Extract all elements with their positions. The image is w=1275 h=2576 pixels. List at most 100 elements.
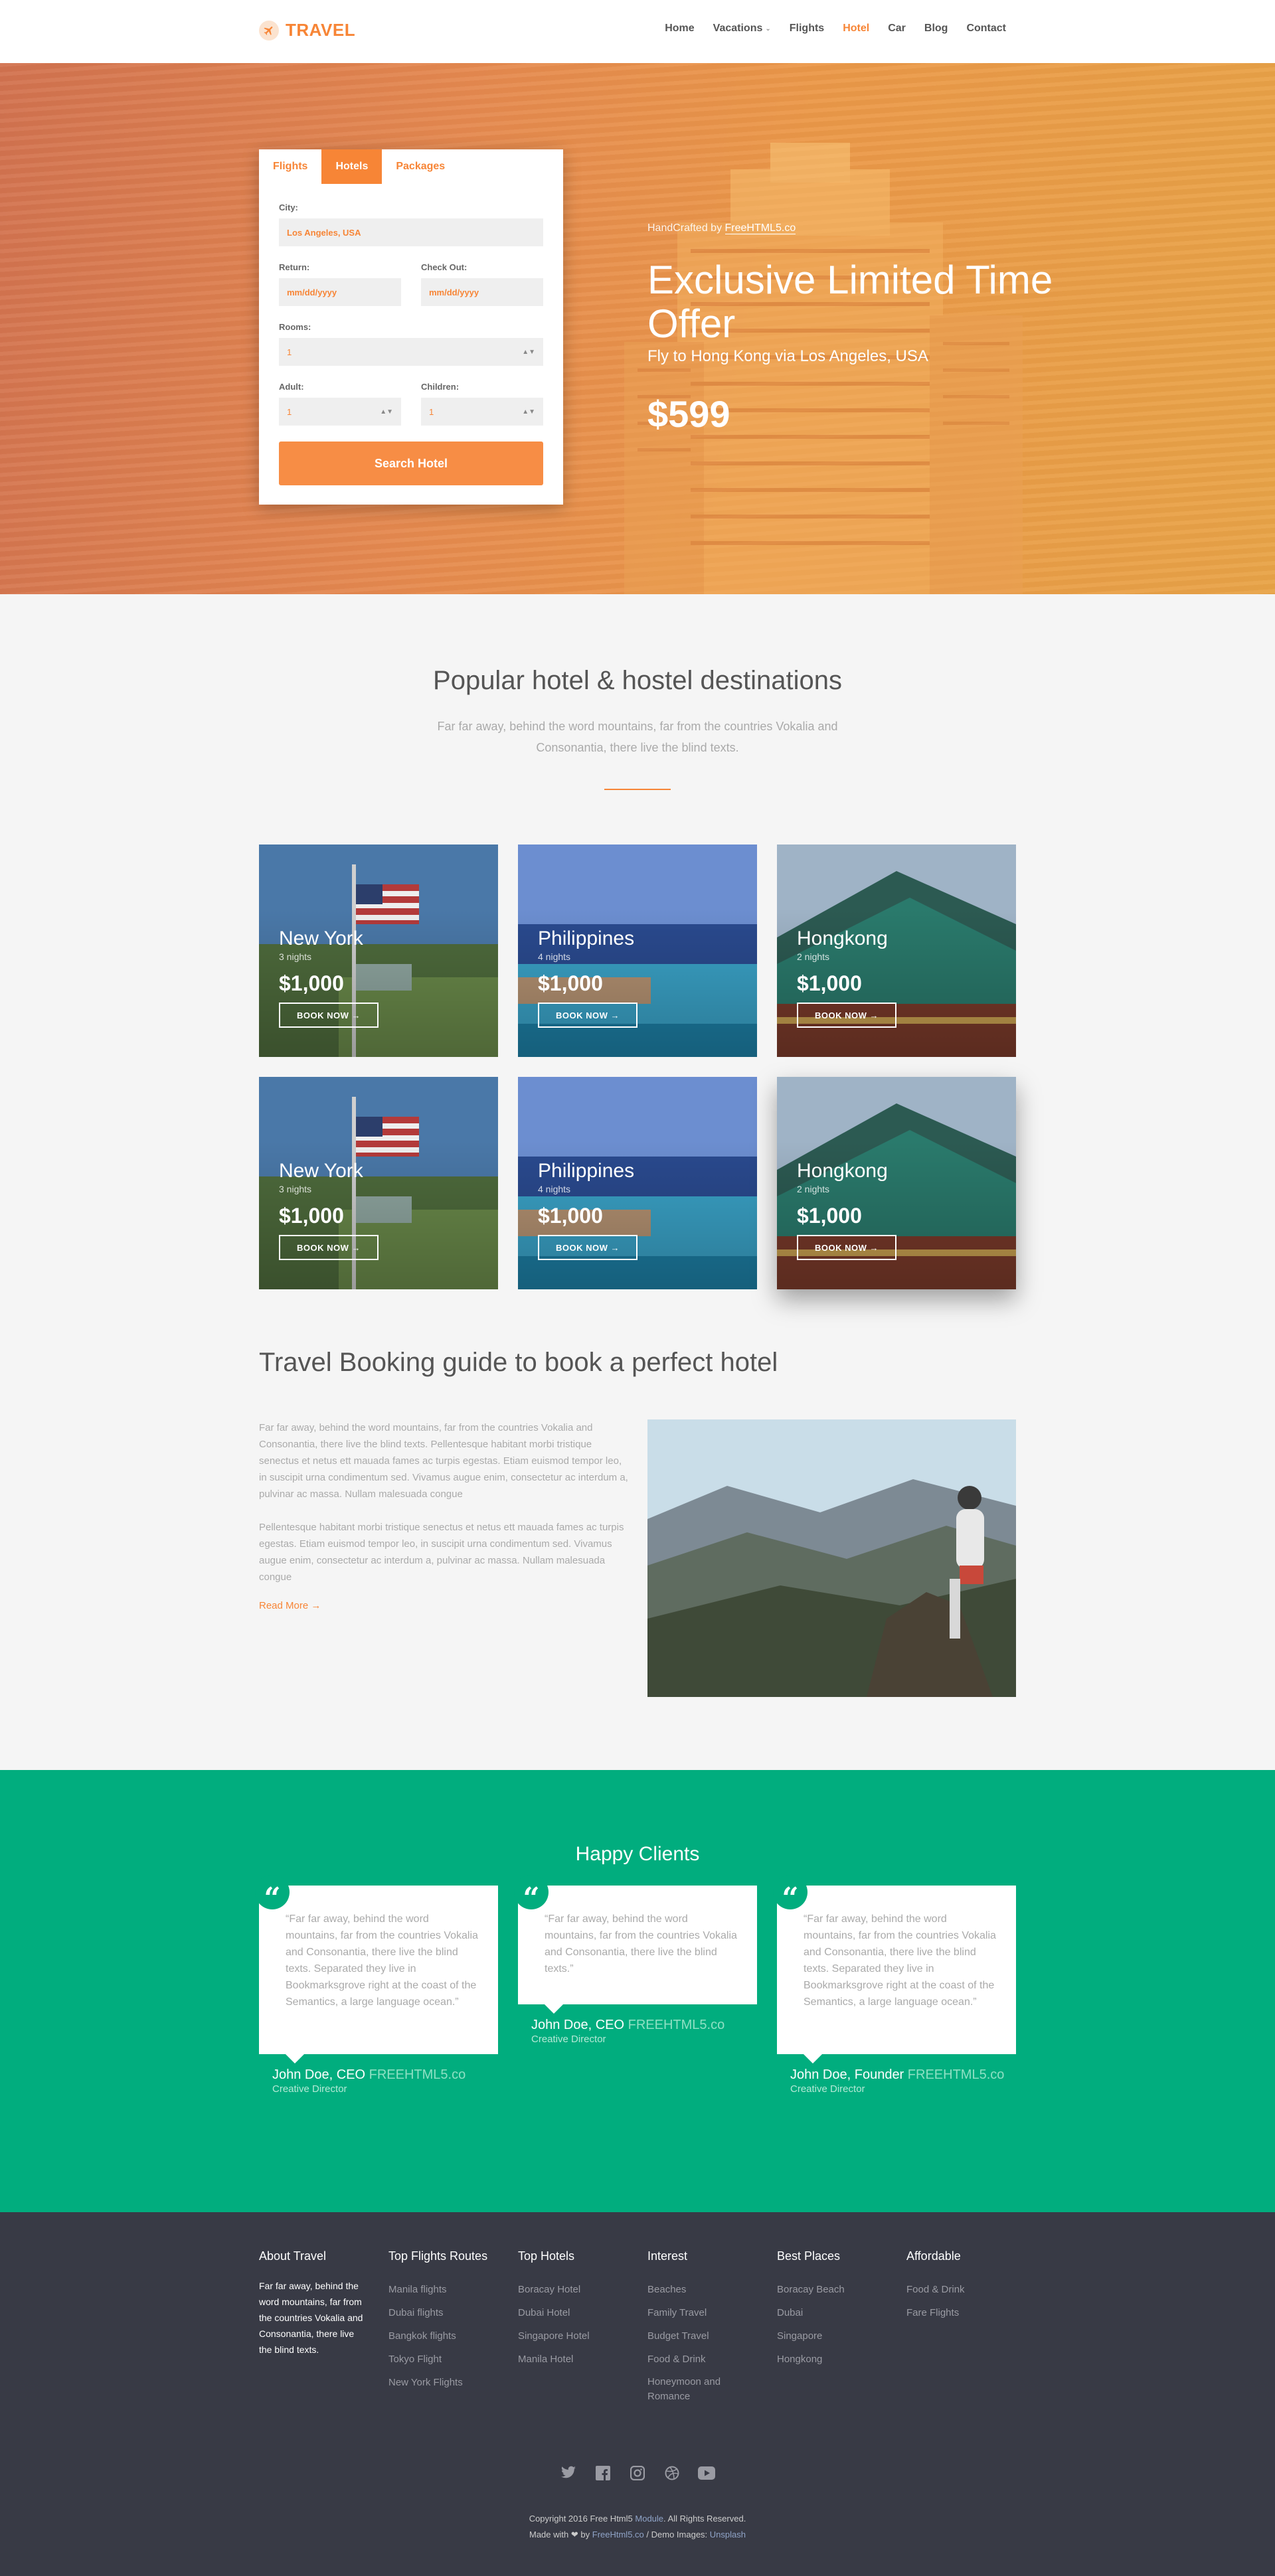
nav-blog[interactable]: Blog	[924, 23, 948, 35]
nav-car[interactable]: Car	[888, 23, 906, 35]
nav-flights[interactable]: Flights	[790, 23, 824, 35]
adult-select[interactable]: 1 ▲▼	[279, 398, 401, 426]
logo[interactable]: TRAVEL	[259, 20, 355, 40]
footer-link[interactable]: Tokyo Flight	[388, 2348, 508, 2371]
footer-link[interactable]: Boracay Beach	[777, 2278, 896, 2301]
footer-link[interactable]: Fare Flights	[906, 2301, 1026, 2324]
destination-card[interactable]: New York 3 nights $1,000 BOOK NOW →	[259, 1077, 498, 1289]
footer-link[interactable]: Singapore	[777, 2324, 896, 2348]
unsplash-link[interactable]: Unsplash	[710, 2530, 746, 2539]
footer-link[interactable]: Singapore Hotel	[518, 2324, 638, 2348]
footer-link[interactable]: Dubai Hotel	[518, 2301, 638, 2324]
card-info: Hongkong 2 nights $1,000 BOOK NOW →	[797, 1160, 896, 1260]
tab-packages[interactable]: Packages	[382, 149, 459, 184]
youtube-icon[interactable]	[698, 2464, 715, 2482]
testimonial-card: “ “Far far away, behind the word mountai…	[255, 1875, 498, 2063]
card-city: New York	[279, 927, 363, 949]
nav-label: Car	[888, 23, 906, 34]
nav-hotel[interactable]: Hotel	[843, 23, 869, 35]
hero-title: Exclusive Limited Time Offer	[647, 258, 1053, 346]
card-nights: 4 nights	[538, 951, 571, 962]
book-now-button[interactable]: BOOK NOW →	[538, 1235, 638, 1260]
adult-label: Adult:	[279, 382, 304, 392]
module-link[interactable]: Module	[635, 2514, 663, 2524]
logo-text: TRAVEL	[286, 20, 356, 40]
book-now-button[interactable]: BOOK NOW →	[797, 1235, 896, 1260]
nav-vacations[interactable]: Vacations ⌄	[713, 23, 771, 35]
book-now-label: BOOK NOW	[296, 1010, 349, 1020]
footer-link[interactable]: Manila flights	[388, 2278, 508, 2301]
heart-icon: ❤	[570, 2530, 578, 2539]
destination-card[interactable]: Philippines 4 nights $1,000 BOOK NOW →	[518, 845, 757, 1057]
return-date-input[interactable]: mm/dd/yyyy	[279, 278, 401, 306]
destination-card[interactable]: Philippines 4 nights $1,000 BOOK NOW →	[518, 1077, 757, 1289]
testimonial-author: John Doe, CEO FREEHTML5.co	[272, 2067, 466, 2083]
facebook-icon[interactable]	[594, 2464, 612, 2482]
guide-title: Travel Booking guide to book a perfect h…	[259, 1348, 778, 1377]
footer-link[interactable]: Family Travel	[647, 2301, 747, 2324]
footer-link[interactable]: Boracay Hotel	[518, 2278, 638, 2301]
children-select[interactable]: 1 ▲▼	[421, 398, 543, 426]
card-price: $1,000	[797, 971, 862, 995]
tab-hotels[interactable]: Hotels	[321, 149, 382, 184]
nav-label: Blog	[924, 23, 948, 34]
footer-link[interactable]: New York Flights	[388, 2371, 508, 2394]
author-brand[interactable]: FREEHTML5.co	[369, 2067, 466, 2082]
freehtml5-link[interactable]: FreeHTML5.co	[724, 222, 796, 234]
author-brand[interactable]: FREEHTML5.co	[628, 2018, 725, 2032]
footer-link[interactable]: Food & Drink	[906, 2278, 1026, 2301]
dribbble-icon[interactable]	[663, 2464, 681, 2482]
read-more-link[interactable]: Read More →	[259, 1600, 321, 1611]
footer-link[interactable]: Dubai	[777, 2301, 896, 2324]
testimonial-card: “ “Far far away, behind the word mountai…	[514, 1875, 757, 2014]
children-value: 1	[429, 406, 434, 417]
author-brand[interactable]: FREEHTML5.co	[908, 2067, 1005, 2082]
destination-card[interactable]: Hongkong 2 nights $1,000 BOOK NOW →	[777, 845, 1016, 1057]
book-now-button[interactable]: BOOK NOW →	[538, 1003, 638, 1028]
book-now-button[interactable]: BOOK NOW →	[279, 1235, 379, 1260]
footer-link[interactable]: Bangkok flights	[388, 2324, 508, 2348]
book-now-button[interactable]: BOOK NOW →	[279, 1003, 379, 1028]
city-input[interactable]: Los Angeles, USA	[279, 218, 543, 246]
footer-link[interactable]: Food & Drink	[647, 2348, 747, 2371]
copyright-prefix: Copyright 2016 Free Html5	[529, 2514, 633, 2524]
book-now-button[interactable]: BOOK NOW →	[797, 1003, 896, 1028]
tab-flights[interactable]: Flights	[259, 149, 321, 184]
search-tabs: Flights Hotels Packages	[259, 149, 459, 184]
card-city: Philippines	[538, 1160, 635, 1182]
hero-price: $599	[647, 393, 730, 435]
footer-link[interactable]: Manila Hotel	[518, 2348, 638, 2371]
destination-card[interactable]: Hongkong 2 nights $1,000 BOOK NOW →	[777, 1077, 1016, 1289]
copyright-suffix: . All Rights Reserved.	[663, 2514, 746, 2524]
checkout-date-input[interactable]: mm/dd/yyyy	[421, 278, 543, 306]
card-nights: 2 nights	[797, 1184, 830, 1194]
nav-contact[interactable]: Contact	[966, 23, 1006, 35]
testimonial-text: “Far far away, behind the word mountains…	[545, 1913, 737, 1974]
footer-link[interactable]: Budget Travel	[647, 2324, 747, 2348]
footer-col-affordable: Affordable Food & Drink Fare Flights	[906, 2249, 1026, 2324]
social-links	[0, 2464, 1275, 2482]
nav-home[interactable]: Home	[665, 23, 694, 35]
search-hotel-button[interactable]: Search Hotel	[279, 442, 543, 485]
twitter-icon[interactable]	[560, 2464, 577, 2482]
destination-card[interactable]: New York 3 nights $1,000 BOOK NOW →	[259, 845, 498, 1057]
made-with-line: Made with ❤ by FreeHtml5.co / Demo Image…	[0, 2527, 1275, 2543]
book-now-label: BOOK NOW	[814, 1010, 867, 1020]
quote-icon: “	[255, 1875, 290, 1913]
footer-link[interactable]: Beaches	[647, 2278, 747, 2301]
main-nav: Home Vacations ⌄ Flights Hotel Car Blog C…	[665, 23, 1006, 35]
footer-heading: About Travel	[259, 2249, 327, 2263]
footer-col-flights: Top Flights Routes Manila flights Dubai …	[388, 2249, 508, 2394]
card-city: New York	[279, 1160, 363, 1182]
freehtml5-footer-link[interactable]: FreeHtml5.co	[592, 2530, 644, 2539]
card-price: $1,000	[797, 1204, 862, 1228]
footer-link[interactable]: Honeymoon and Romance	[647, 2371, 747, 2404]
rooms-select[interactable]: 1 ▲▼	[279, 338, 543, 366]
instagram-icon[interactable]	[629, 2464, 646, 2482]
footer-link[interactable]: Hongkong	[777, 2348, 896, 2371]
footer-link[interactable]: Dubai flights	[388, 2301, 508, 2324]
made-with-text: Made with	[529, 2530, 569, 2539]
footer-heading: Best Places	[777, 2249, 841, 2263]
clients-title: Happy Clients	[575, 1843, 700, 1865]
card-info: Philippines 4 nights $1,000 BOOK NOW →	[538, 927, 638, 1028]
